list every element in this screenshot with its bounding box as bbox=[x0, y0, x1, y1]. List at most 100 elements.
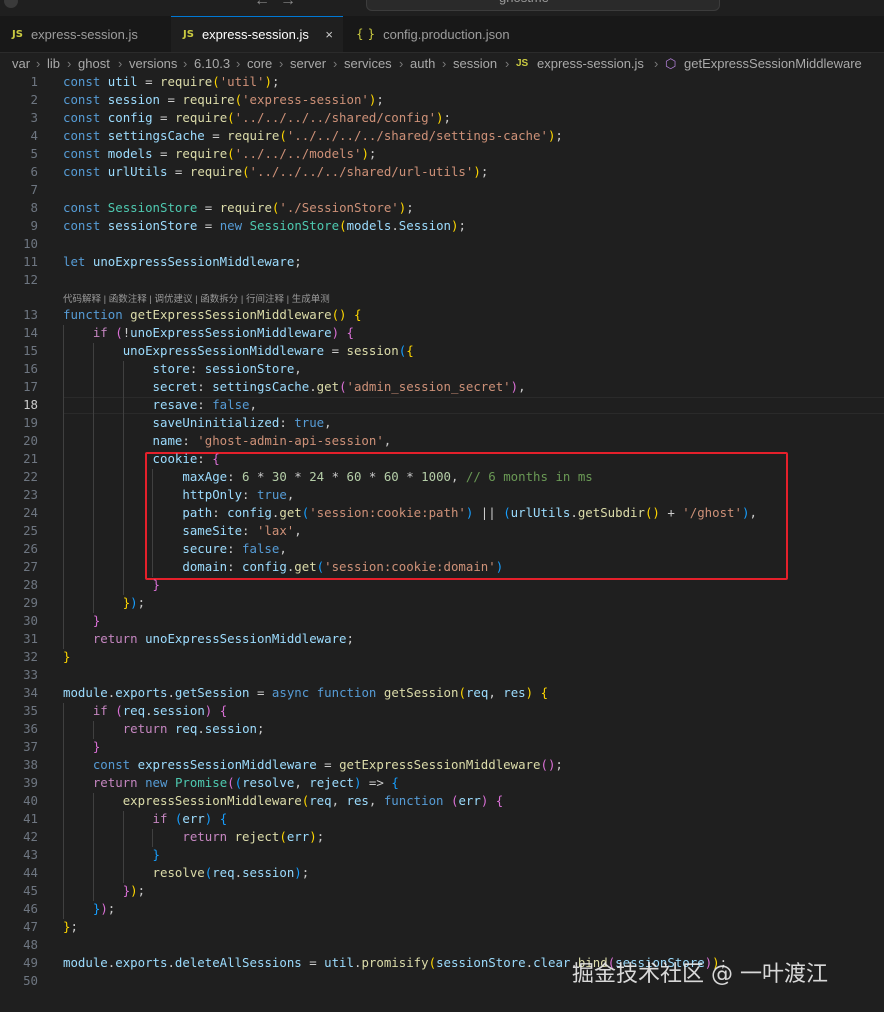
indent-guide bbox=[152, 469, 154, 487]
code-line[interactable]: httpOnly: true, bbox=[63, 487, 294, 502]
indent-guide bbox=[63, 757, 64, 775]
indent-guide bbox=[63, 865, 64, 883]
indent-guide bbox=[92, 433, 94, 451]
chevron-right-icon: › bbox=[333, 56, 338, 71]
breadcrumb-item[interactable]: ghost bbox=[78, 56, 110, 71]
chevron-right-icon: › bbox=[399, 56, 404, 71]
code-line[interactable]: const config = require('../../../../shar… bbox=[63, 110, 451, 125]
line-number: 16 bbox=[23, 361, 38, 376]
close-icon[interactable]: × bbox=[325, 27, 333, 42]
code-line[interactable]: }); bbox=[63, 883, 145, 898]
code-line[interactable]: expressSessionMiddleware(req, res, funct… bbox=[63, 793, 504, 808]
breadcrumb-item[interactable]: 6.10.3 bbox=[194, 56, 230, 71]
code-line[interactable]: } bbox=[63, 577, 160, 592]
code-line[interactable]: const urlUtils = require('../../../../sh… bbox=[63, 164, 488, 179]
code-line[interactable]: unoExpressSessionMiddleware = session({ bbox=[63, 343, 414, 358]
code-line[interactable]: name: 'ghost-admin-api-session', bbox=[63, 433, 392, 448]
tab-label: express-session.js bbox=[201, 27, 309, 42]
indent-guide bbox=[92, 397, 94, 415]
tab-config-production-json[interactable]: { } config.production.json bbox=[344, 16, 540, 52]
code-line[interactable]: if (!unoExpressSessionMiddleware) { bbox=[63, 325, 354, 340]
code-line[interactable]: return new Promise((resolve, reject) => … bbox=[63, 775, 399, 790]
code-line[interactable]: function getExpressSessionMiddleware() { bbox=[63, 307, 361, 322]
command-center-search[interactable]: ghostme bbox=[366, 0, 720, 11]
code-lens[interactable]: 代码解释 | 函数注释 | 调优建议 | 函数拆分 | 行间注释 | 生成单测 bbox=[63, 291, 330, 305]
code-line[interactable]: if (req.session) { bbox=[63, 703, 227, 718]
code-line[interactable]: const sessionStore = new SessionStore(mo… bbox=[63, 218, 466, 233]
code-line[interactable]: store: sessionStore, bbox=[63, 361, 302, 376]
code-line[interactable]: if (err) { bbox=[63, 811, 228, 826]
indent-guide bbox=[63, 829, 64, 847]
tab-label: express-session.js bbox=[30, 26, 138, 42]
indent-guide bbox=[92, 505, 94, 523]
line-number: 26 bbox=[23, 541, 38, 556]
code-line[interactable]: const session = require('express-session… bbox=[63, 92, 384, 107]
code-line[interactable]: const models = require('../../../models'… bbox=[63, 146, 376, 161]
title-bar: ←→ ghostme bbox=[0, 0, 884, 16]
breadcrumb-item[interactable]: server bbox=[290, 56, 326, 71]
code-editor[interactable]: 代码解释 | 函数注释 | 调优建议 | 函数拆分 | 行间注释 | 生成单测 … bbox=[0, 74, 884, 1012]
breadcrumb-item[interactable]: core bbox=[247, 56, 272, 71]
code-line[interactable]: return reject(err); bbox=[63, 829, 324, 844]
chevron-right-icon: › bbox=[442, 56, 447, 71]
code-line[interactable]: } bbox=[63, 847, 160, 862]
breadcrumb-item[interactable]: express-session.js bbox=[537, 56, 644, 71]
tab-label: config.production.json bbox=[383, 26, 510, 42]
code-line[interactable]: let unoExpressSessionMiddleware; bbox=[63, 254, 302, 269]
line-number: 3 bbox=[30, 110, 38, 125]
indent-guide bbox=[92, 379, 94, 397]
code-line[interactable]: }; bbox=[63, 919, 78, 934]
code-line[interactable]: resolve(req.session); bbox=[63, 865, 310, 880]
chevron-right-icon: › bbox=[118, 56, 123, 71]
code-line[interactable]: const expressSessionMiddleware = getExpr… bbox=[63, 757, 563, 772]
code-line[interactable]: maxAge: 6 * 30 * 24 * 60 * 60 * 1000, //… bbox=[63, 469, 592, 484]
indent-guide bbox=[122, 865, 124, 883]
line-number: 32 bbox=[23, 649, 38, 664]
code-line[interactable]: }); bbox=[63, 595, 145, 610]
indent-guide bbox=[122, 811, 124, 829]
code-line[interactable]: secure: false, bbox=[63, 541, 286, 556]
breadcrumb-item[interactable]: services bbox=[344, 56, 392, 71]
breadcrumb-item[interactable]: session bbox=[453, 56, 497, 71]
code-line[interactable]: }); bbox=[63, 901, 115, 916]
code-line[interactable]: const SessionStore = require('./SessionS… bbox=[63, 200, 414, 215]
code-line[interactable]: } bbox=[63, 649, 70, 664]
indent-guide bbox=[122, 487, 124, 505]
breadcrumb-item[interactable]: getExpressSessionMiddleware bbox=[684, 56, 862, 71]
line-number: 4 bbox=[30, 128, 38, 143]
tab-express-session-js-active[interactable]: JS express-session.js × bbox=[171, 16, 343, 52]
tab-express-session-js-1[interactable]: JS express-session.js bbox=[0, 16, 170, 52]
code-line[interactable]: domain: config.get('session:cookie:domai… bbox=[63, 559, 503, 574]
indent-guide bbox=[63, 739, 64, 757]
breadcrumb-item[interactable]: auth bbox=[410, 56, 435, 71]
code-line[interactable]: module.exports.getSession = async functi… bbox=[63, 685, 548, 700]
indent-guide bbox=[63, 559, 64, 577]
indent-guide bbox=[92, 595, 94, 613]
code-line[interactable]: path: config.get('session:cookie:path') … bbox=[63, 505, 757, 520]
nav-arrows-icon[interactable]: ←→ bbox=[254, 0, 306, 10]
code-line[interactable]: sameSite: 'lax', bbox=[63, 523, 301, 538]
breadcrumb-item[interactable]: versions bbox=[129, 56, 177, 71]
code-line[interactable]: secret: settingsCache.get('admin_session… bbox=[63, 379, 526, 394]
window-control-icon[interactable] bbox=[4, 0, 18, 8]
line-number: 38 bbox=[23, 757, 38, 772]
indent-guide bbox=[152, 523, 154, 541]
breadcrumb-item[interactable]: var bbox=[12, 56, 30, 71]
line-number: 21 bbox=[23, 451, 38, 466]
code-line[interactable]: } bbox=[63, 739, 100, 754]
code-line[interactable]: const util = require('util'); bbox=[63, 74, 279, 89]
indent-guide bbox=[92, 829, 94, 847]
breadcrumb: var › lib › ghost › versions › 6.10.3 › … bbox=[0, 53, 884, 75]
code-line[interactable]: cookie: { bbox=[63, 451, 220, 466]
indent-guide bbox=[63, 577, 64, 595]
code-line[interactable]: } bbox=[63, 613, 100, 628]
indent-guide bbox=[63, 325, 64, 343]
js-file-icon: JS bbox=[516, 58, 529, 69]
js-file-icon: JS bbox=[183, 29, 194, 40]
code-line[interactable]: return unoExpressSessionMiddleware; bbox=[63, 631, 354, 646]
line-number: 22 bbox=[23, 469, 38, 484]
breadcrumb-item[interactable]: lib bbox=[47, 56, 60, 71]
indent-guide bbox=[92, 847, 94, 865]
code-line[interactable]: saveUninitialized: true, bbox=[63, 415, 332, 430]
code-line[interactable]: const settingsCache = require('../../../… bbox=[63, 128, 563, 143]
